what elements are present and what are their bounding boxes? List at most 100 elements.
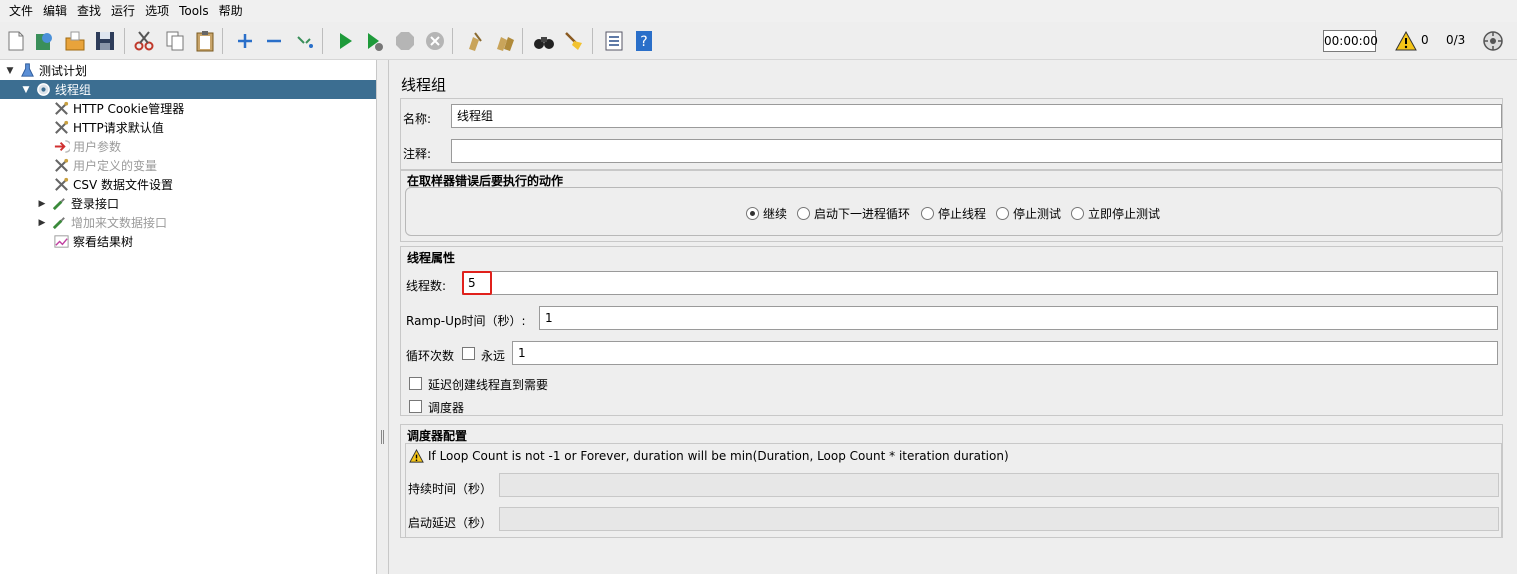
active-threads: 0/3: [1446, 33, 1466, 47]
page-title: 线程组: [401, 76, 447, 94]
tools-icon: [52, 176, 70, 194]
delay-thread-creation-checkbox[interactable]: [409, 377, 422, 390]
broom-icon[interactable]: [561, 28, 587, 54]
menu-tools[interactable]: Tools: [174, 0, 214, 22]
error-action-group: 继续 启动下一进程循环 停止线程 停止测试 立即停止测试: [405, 187, 1502, 236]
paste-icon[interactable]: [192, 28, 218, 54]
sampler-pipette-icon: [50, 214, 68, 232]
expand-arrow-icon[interactable]: ▶: [36, 199, 48, 209]
scheduler-config-inner: If Loop Count is not -1 or Forever, dura…: [405, 443, 1502, 538]
tools-icon: [52, 100, 70, 118]
collapse-icon[interactable]: [261, 28, 287, 54]
comment-label: 注释:: [403, 147, 432, 161]
menu-help[interactable]: 帮助: [214, 0, 248, 22]
tools-icon: [52, 119, 70, 137]
cut-icon[interactable]: [131, 28, 157, 54]
loop-count-label: 循环次数: [406, 349, 455, 363]
clear-icon[interactable]: [462, 28, 488, 54]
start-no-pauses-icon[interactable]: [361, 28, 387, 54]
delay-thread-creation-label: 延迟创建线程直到需要: [428, 378, 549, 392]
thread-properties-heading: 线程属性: [407, 251, 456, 265]
threads-input[interactable]: 5: [462, 271, 1498, 295]
tree-item-label: 线程组: [55, 83, 92, 97]
thread-group-panel: 线程组 名称: 线程组 注释: 在取样器错误后要执行的动作 继续 启动下一进程循…: [390, 60, 1517, 574]
duration-input[interactable]: [499, 473, 1499, 497]
svg-text:?: ?: [640, 34, 647, 50]
divider-grip[interactable]: [381, 430, 384, 444]
menu-edit[interactable]: 编辑: [38, 0, 72, 22]
comment-input[interactable]: [451, 139, 1502, 163]
radio-label: 停止测试: [1013, 207, 1062, 221]
tree-item-label: 察看结果树: [73, 235, 134, 249]
stop-icon[interactable]: [392, 28, 418, 54]
scheduler-warning-text: If Loop Count is not -1 or Forever, dura…: [428, 449, 1009, 463]
warning-icon[interactable]: [1393, 28, 1419, 54]
radio-label: 立即停止测试: [1088, 207, 1161, 221]
templates-icon[interactable]: [31, 28, 57, 54]
shutdown-icon[interactable]: [422, 28, 448, 54]
radio-label: 启动下一进程循环: [814, 207, 911, 221]
help-icon[interactable]: ?: [631, 28, 657, 54]
radio-stop-test[interactable]: 停止测试: [996, 205, 1061, 222]
start-icon[interactable]: [332, 28, 358, 54]
tree-item-results-tree[interactable]: 察看结果树: [50, 232, 133, 251]
tree-item-test-plan[interactable]: ▼ 测试计划: [4, 61, 87, 80]
tree-item-user-parameters[interactable]: 用户参数: [50, 137, 121, 156]
radio-button[interactable]: [921, 207, 934, 220]
binoculars-icon[interactable]: [531, 28, 557, 54]
radio-label: 继续: [763, 207, 788, 221]
tree-item-cookie-manager[interactable]: HTTP Cookie管理器: [50, 99, 184, 118]
loop-count-input[interactable]: 1: [512, 341, 1498, 365]
thread-properties-section: 线程属性 线程数: 5 Ramp-Up时间（秒）: 1 循环次数 永远 1 延迟…: [400, 246, 1503, 416]
expand-arrow-icon[interactable]: ▶: [36, 218, 48, 228]
tree-item-label: HTTP Cookie管理器: [73, 102, 185, 116]
split-pane-divider[interactable]: [377, 60, 389, 574]
tree-item-label: 用户参数: [73, 140, 122, 154]
tree-item-label: CSV 数据文件设置: [73, 178, 174, 192]
scheduler-config-section: 调度器配置 If Loop Count is not -1 or Forever…: [400, 424, 1503, 538]
radio-button[interactable]: [797, 207, 810, 220]
tree-item-add-document-api[interactable]: ▶ 增加来文数据接口: [36, 213, 167, 232]
tools-icon: [52, 157, 70, 175]
tree-item-thread-group[interactable]: ▼ 线程组: [0, 80, 376, 99]
test-plan-tree: ▼ 测试计划 ▼ 线程组 HTTP Cookie管理器 HTTP请求默认值 用户…: [0, 60, 377, 574]
radio-button[interactable]: [996, 207, 1009, 220]
name-input[interactable]: 线程组: [451, 104, 1502, 128]
warning-count: 0: [1421, 33, 1429, 47]
radio-button[interactable]: [746, 207, 759, 220]
tree-item-http-defaults[interactable]: HTTP请求默认值: [50, 118, 164, 137]
collapse-arrow-icon[interactable]: ▼: [4, 66, 16, 76]
menu-file[interactable]: 文件: [4, 0, 38, 22]
radio-stop-thread[interactable]: 停止线程: [921, 205, 986, 222]
radio-continue[interactable]: 继续: [746, 205, 787, 222]
name-label: 名称:: [403, 112, 432, 126]
forever-label: 永远: [481, 349, 506, 363]
open-icon[interactable]: [62, 28, 88, 54]
menu-options[interactable]: 选项: [140, 0, 174, 22]
copy-icon[interactable]: [162, 28, 188, 54]
toolbar: ? 00:00:00 0 0/3: [0, 22, 1517, 60]
tree-item-label: HTTP请求默认值: [73, 121, 164, 135]
clear-all-icon[interactable]: [492, 28, 518, 54]
toggle-icon[interactable]: [292, 28, 318, 54]
function-helper-icon[interactable]: [601, 28, 627, 54]
forever-checkbox[interactable]: [462, 347, 475, 360]
save-icon[interactable]: [92, 28, 118, 54]
remote-status-icon[interactable]: [1480, 28, 1506, 54]
new-icon[interactable]: [3, 28, 29, 54]
gear-icon: [34, 81, 52, 99]
startup-delay-input[interactable]: [499, 507, 1499, 531]
collapse-arrow-icon[interactable]: ▼: [20, 85, 32, 95]
menu-run[interactable]: 运行: [106, 0, 140, 22]
tree-item-login-api[interactable]: ▶ 登录接口: [36, 194, 119, 213]
tree-item-label: 登录接口: [71, 197, 120, 211]
rampup-input[interactable]: 1: [539, 306, 1498, 330]
tree-item-csv-data-set[interactable]: CSV 数据文件设置: [50, 175, 173, 194]
scheduler-checkbox[interactable]: [409, 400, 422, 413]
menu-search[interactable]: 查找: [72, 0, 106, 22]
expand-icon[interactable]: [232, 28, 258, 54]
radio-button[interactable]: [1071, 207, 1084, 220]
radio-start-next-loop[interactable]: 启动下一进程循环: [797, 205, 910, 222]
radio-stop-test-now[interactable]: 立即停止测试: [1071, 205, 1160, 222]
tree-item-user-defined-vars[interactable]: 用户定义的变量: [50, 156, 157, 175]
